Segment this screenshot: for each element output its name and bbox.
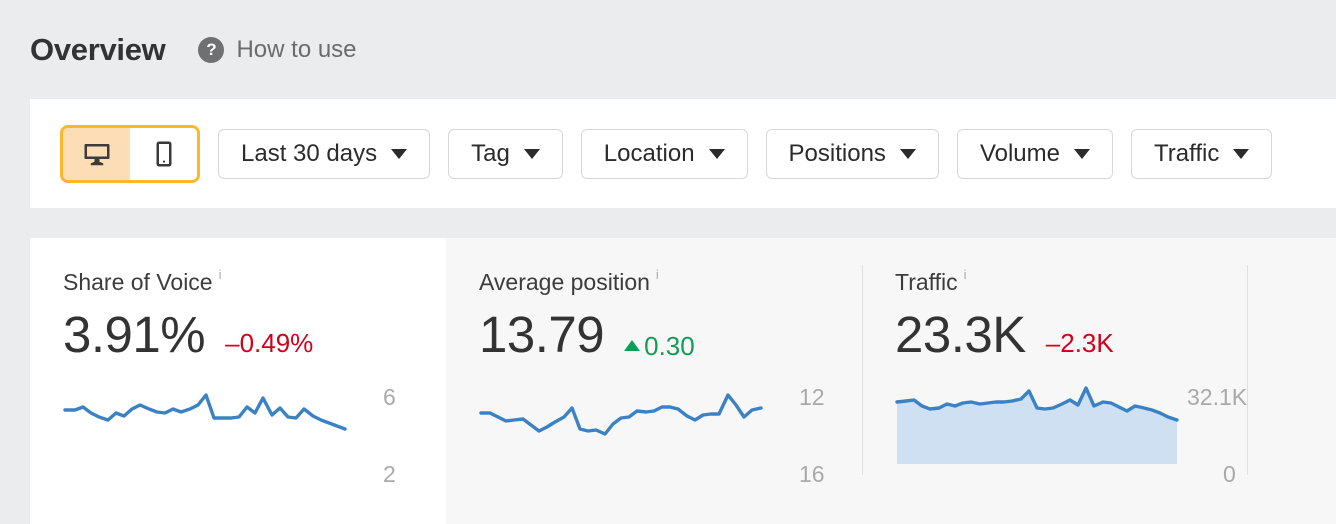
sparkline-svg	[479, 393, 763, 436]
filter-volume[interactable]: Volume	[956, 128, 1113, 179]
chevron-down-icon	[899, 148, 916, 159]
filter-traffic[interactable]: Traffic	[1131, 128, 1273, 179]
card-values: 23.3K –2.3K	[895, 308, 1336, 362]
card-right-divider	[1247, 265, 1248, 475]
info-icon[interactable]: i	[964, 268, 967, 281]
metric-card-traffic[interactable]: Traffic i 23.3K –2.3K 32.1K 0	[862, 238, 1336, 524]
axis-label-bottom: 0	[1223, 460, 1236, 487]
desktop-icon	[82, 139, 112, 169]
question-mark-circle-icon[interactable]: ?	[198, 36, 225, 63]
triangle-up-icon	[624, 340, 641, 351]
chevron-down-icon	[1074, 148, 1090, 159]
card-value: 13.79	[479, 306, 605, 363]
page-title: Overview	[30, 31, 166, 67]
metric-card-average-position[interactable]: Average position i 13.79 0.30 12 16	[446, 238, 862, 524]
filter-last-30-days[interactable]: Last 30 days	[218, 128, 431, 179]
metric-card-share-of-voice[interactable]: Share of Voice i 3.91% –0.49% 6 2	[30, 238, 446, 524]
device-toggle-desktop[interactable]	[63, 127, 130, 180]
chevron-down-icon	[523, 148, 540, 159]
card-delta: –2.3K	[1046, 328, 1114, 359]
card-delta: –0.49%	[225, 328, 313, 359]
card-title: Share of Voice i	[63, 268, 446, 295]
axis-label-top: 12	[799, 384, 825, 410]
card-values: 13.79 0.30	[479, 308, 862, 362]
axis-label-top: 32.1K	[1187, 383, 1248, 410]
filter-traffic-label: Traffic	[1154, 139, 1220, 167]
card-delta: 0.30	[624, 331, 695, 362]
axis-label-top: 6	[383, 383, 396, 410]
sparkline-svg	[895, 385, 1179, 464]
filter-positions[interactable]: Positions	[765, 128, 939, 179]
chevron-down-icon	[708, 148, 725, 159]
card-values: 3.91% –0.49%	[63, 308, 446, 362]
filter-tag-label: Tag	[471, 139, 510, 167]
sparkline-share-of-voice: 6 2	[63, 383, 446, 487]
mobile-icon	[149, 139, 179, 169]
card-title: Average position i	[479, 268, 862, 295]
axis-label-bottom: 2	[383, 460, 396, 487]
sparkline-traffic: 32.1K 0	[895, 383, 1336, 487]
page-header: Overview ? How to use	[0, 0, 1336, 99]
card-delta-value: –2.3K	[1045, 328, 1114, 358]
device-type-toggle[interactable]	[60, 124, 200, 183]
chevron-down-icon	[391, 148, 408, 159]
how-to-use-label: How to use	[236, 35, 357, 63]
card-divider	[862, 265, 863, 475]
card-delta-value: –0.49%	[225, 328, 314, 358]
card-value: 23.3K	[895, 306, 1026, 363]
filter-last-30-days-label: Last 30 days	[241, 139, 378, 167]
info-icon[interactable]: i	[219, 268, 222, 281]
chevron-down-icon	[1233, 148, 1250, 159]
filter-volume-label: Volume	[979, 139, 1060, 167]
filters-toolbar: Last 30 days Tag Location Positions Volu…	[30, 99, 1336, 208]
info-icon[interactable]: i	[656, 268, 659, 281]
sparkline-average-position: 12 16	[479, 386, 862, 486]
card-title-label: Average position	[479, 269, 650, 295]
filter-location[interactable]: Location	[580, 128, 748, 179]
filter-tag[interactable]: Tag	[448, 128, 563, 179]
axis-label-bottom: 16	[799, 461, 825, 487]
metrics-card-row: Share of Voice i 3.91% –0.49% 6 2 Averag…	[30, 238, 1336, 524]
card-delta-value: 0.30	[644, 331, 695, 361]
card-value: 3.91%	[63, 306, 206, 363]
filter-location-label: Location	[603, 139, 695, 167]
card-title-label: Share of Voice	[63, 269, 213, 295]
card-title-label: Traffic	[895, 269, 958, 295]
card-title: Traffic i	[895, 268, 1336, 295]
sparkline-svg	[63, 392, 347, 431]
device-toggle-mobile[interactable]	[130, 127, 197, 180]
how-to-use-link[interactable]: ? How to use	[198, 35, 357, 64]
filter-positions-label: Positions	[788, 139, 886, 167]
